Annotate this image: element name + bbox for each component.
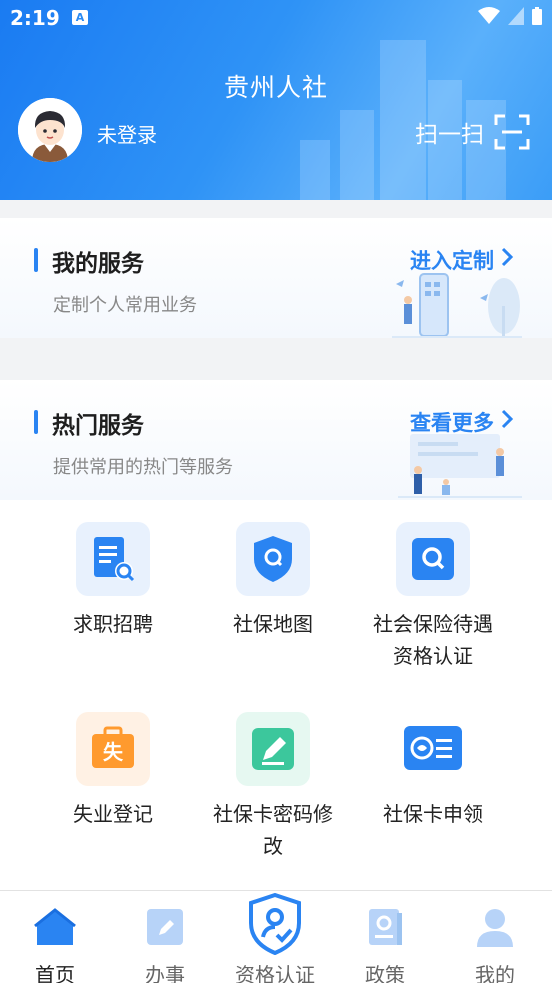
nav-certification[interactable]: 资格认证 <box>220 891 330 983</box>
login-status[interactable]: 未登录 <box>97 119 157 148</box>
nav-home[interactable]: 首页 <box>0 891 110 983</box>
nav-label: 办事 <box>145 963 185 983</box>
home-icon <box>34 908 76 945</box>
phone-illustration-icon <box>392 273 522 338</box>
section-accent-bar <box>34 410 38 434</box>
bottom-nav: 首页 办事 资格认证 政策 我的 <box>0 890 552 983</box>
hot-services-title: 热门服务 <box>52 413 144 439</box>
service-badge-text: 失 <box>103 740 123 764</box>
status-bar: 2:19 A <box>0 0 552 36</box>
service-label-line: 资格认证 <box>393 644 473 668</box>
service-card-application[interactable]: 社保卡申领 <box>358 712 508 830</box>
header-banner: 2:19 A 贵州人社 未登录 扫一扫 <box>0 0 552 200</box>
edit-icon <box>147 909 183 945</box>
map-shield-icon <box>236 522 310 596</box>
policy-book-icon <box>369 909 402 945</box>
nav-label: 首页 <box>35 963 75 983</box>
meeting-illustration-icon <box>398 434 522 498</box>
service-label-line: 社会保险待遇 <box>373 612 493 636</box>
service-label: 社保地图 <box>233 612 313 636</box>
section-accent-bar <box>34 248 38 272</box>
cell-signal-icon <box>508 7 524 25</box>
wifi-icon <box>478 7 500 24</box>
service-label-line: 社保卡密码修 <box>213 802 333 826</box>
service-label: 社保卡密码修 改 <box>198 798 348 862</box>
search-icon <box>396 522 470 596</box>
status-time: 2:19 <box>10 6 60 30</box>
chevron-right-icon <box>501 247 514 267</box>
service-label: 社保卡申领 <box>383 802 483 826</box>
service-label: 社会保险待遇 资格认证 <box>358 608 508 672</box>
building-decoration <box>300 140 330 200</box>
service-insurance-certification[interactable]: 社会保险待遇 资格认证 <box>358 522 508 672</box>
nav-policy[interactable]: 政策 <box>330 891 440 983</box>
unemployment-briefcase-icon: 失 <box>76 712 150 786</box>
service-label: 求职招聘 <box>73 612 153 636</box>
service-label-line: 改 <box>263 834 283 858</box>
building-decoration <box>340 110 374 200</box>
social-security-card-icon <box>396 712 470 786</box>
my-services-title: 我的服务 <box>52 251 144 277</box>
status-icons <box>478 7 542 25</box>
avatar[interactable] <box>18 98 82 162</box>
job-search-icon <box>76 522 150 596</box>
service-social-map[interactable]: 社保地图 <box>198 522 348 640</box>
hot-services-card[interactable]: 热门服务 提供常用的热门等服务 查看更多 <box>0 380 552 500</box>
app-title: 贵州人社 <box>223 73 328 102</box>
service-card-password-change[interactable]: 社保卡密码修 改 <box>198 712 348 862</box>
hot-services-subtitle: 提供常用的热门等服务 <box>53 457 233 478</box>
nav-label: 政策 <box>365 963 405 983</box>
my-services-subtitle: 定制个人常用业务 <box>53 295 197 316</box>
nav-mine[interactable]: 我的 <box>440 891 550 983</box>
notification-icon: A <box>72 10 88 25</box>
user-icon <box>477 909 513 947</box>
avatar-boy-icon <box>18 98 82 162</box>
service-job-search[interactable]: 求职招聘 <box>38 522 188 640</box>
battery-icon <box>532 7 542 25</box>
service-unemployment-registration[interactable]: 失 失业登记 <box>38 712 188 830</box>
chevron-right-icon <box>501 409 514 429</box>
my-services-card[interactable]: 我的服务 定制个人常用业务 进入定制 <box>0 218 552 338</box>
scan-label: 扫一扫 <box>415 122 484 148</box>
shield-user-icon <box>249 893 301 955</box>
scan-icon <box>494 114 530 150</box>
edit-icon <box>236 712 310 786</box>
service-label: 失业登记 <box>73 802 153 826</box>
scan-button[interactable]: 扫一扫 <box>415 114 530 150</box>
nav-services[interactable]: 办事 <box>110 891 220 983</box>
nav-label: 资格认证 <box>235 963 315 983</box>
nav-label: 我的 <box>475 963 515 983</box>
service-grid: 求职招聘 社保地图 社会保险待遇 资格认证 失 失业登记 社保卡密码修 改 社保… <box>0 500 552 890</box>
